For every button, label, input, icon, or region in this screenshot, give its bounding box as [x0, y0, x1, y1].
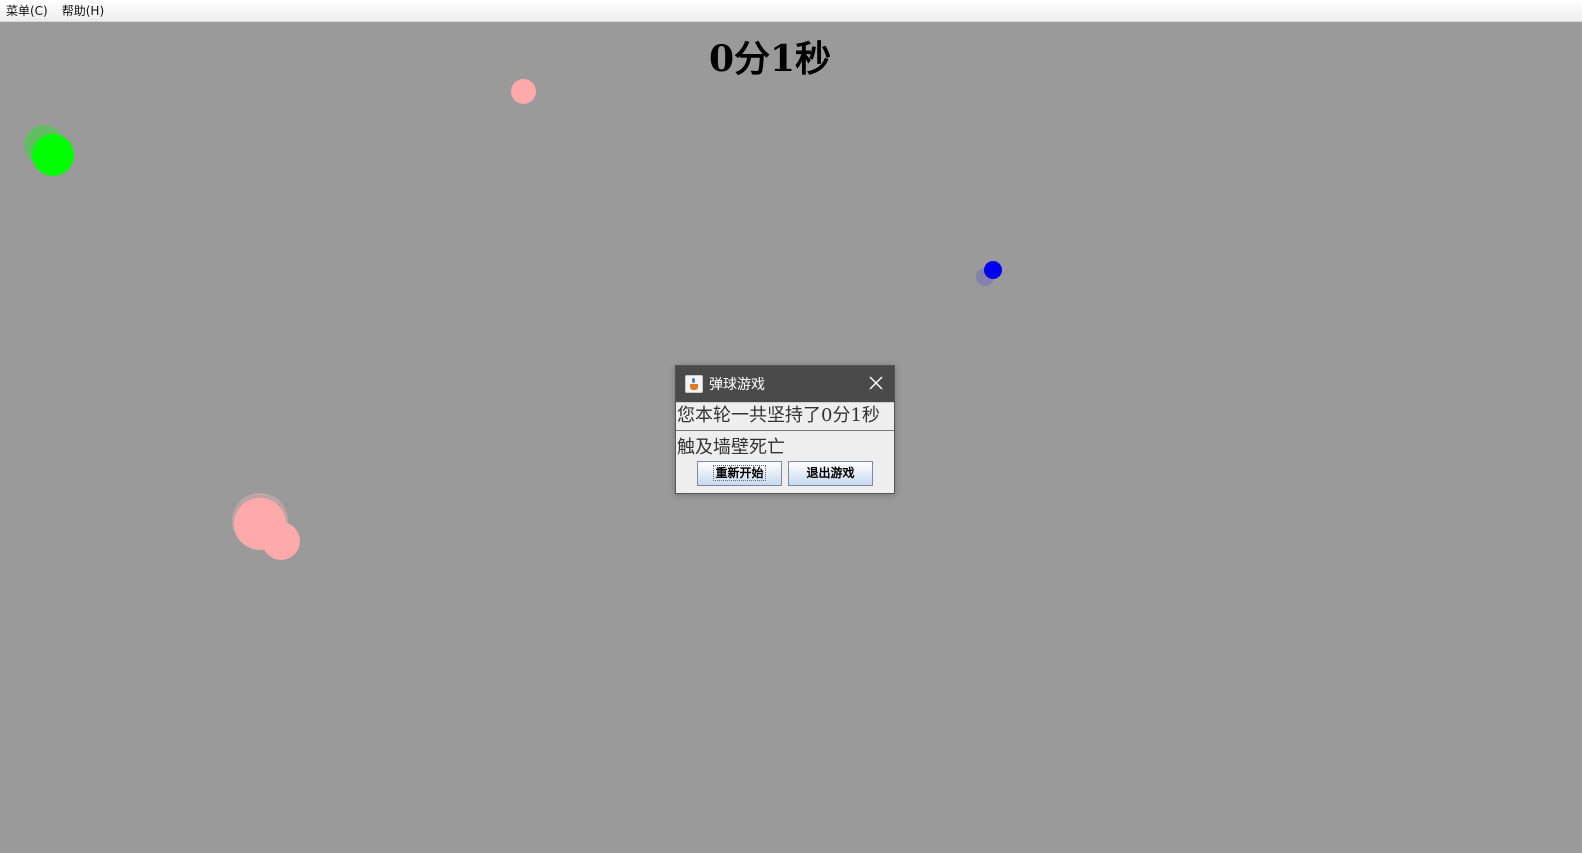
- dialog-button-row: 重新开始 退出游戏: [676, 461, 894, 486]
- java-cup-icon: [685, 375, 703, 393]
- dialog-title: 弹球游戏: [709, 377, 765, 393]
- exit-game-button[interactable]: 退出游戏: [788, 461, 873, 486]
- pink-ball-small: [511, 79, 536, 104]
- survival-time-message: 您本轮一共坚持了0分1秒: [676, 402, 894, 431]
- timer-display: 0分1秒: [708, 38, 832, 80]
- menu-bar: 菜单(C) 帮助(H): [0, 0, 1582, 22]
- pink-ball-medium: [262, 522, 300, 560]
- death-reason-message: 触及墙壁死亡: [677, 437, 785, 458]
- green-ball: [32, 134, 74, 176]
- restart-button[interactable]: 重新开始: [697, 461, 782, 486]
- close-icon[interactable]: [868, 375, 884, 391]
- menu-item-help[interactable]: 帮助(H): [56, 2, 110, 19]
- menu-item-menu[interactable]: 菜单(C): [0, 2, 54, 19]
- exit-button-label: 退出游戏: [806, 466, 855, 480]
- game-over-dialog: 弹球游戏 您本轮一共坚持了0分1秒 触及墙壁死亡 重新开始 退出游戏: [675, 365, 895, 494]
- blue-ball: [984, 261, 1002, 279]
- dialog-titlebar[interactable]: 弹球游戏: [676, 366, 894, 402]
- restart-button-label: 重新开始: [713, 465, 766, 481]
